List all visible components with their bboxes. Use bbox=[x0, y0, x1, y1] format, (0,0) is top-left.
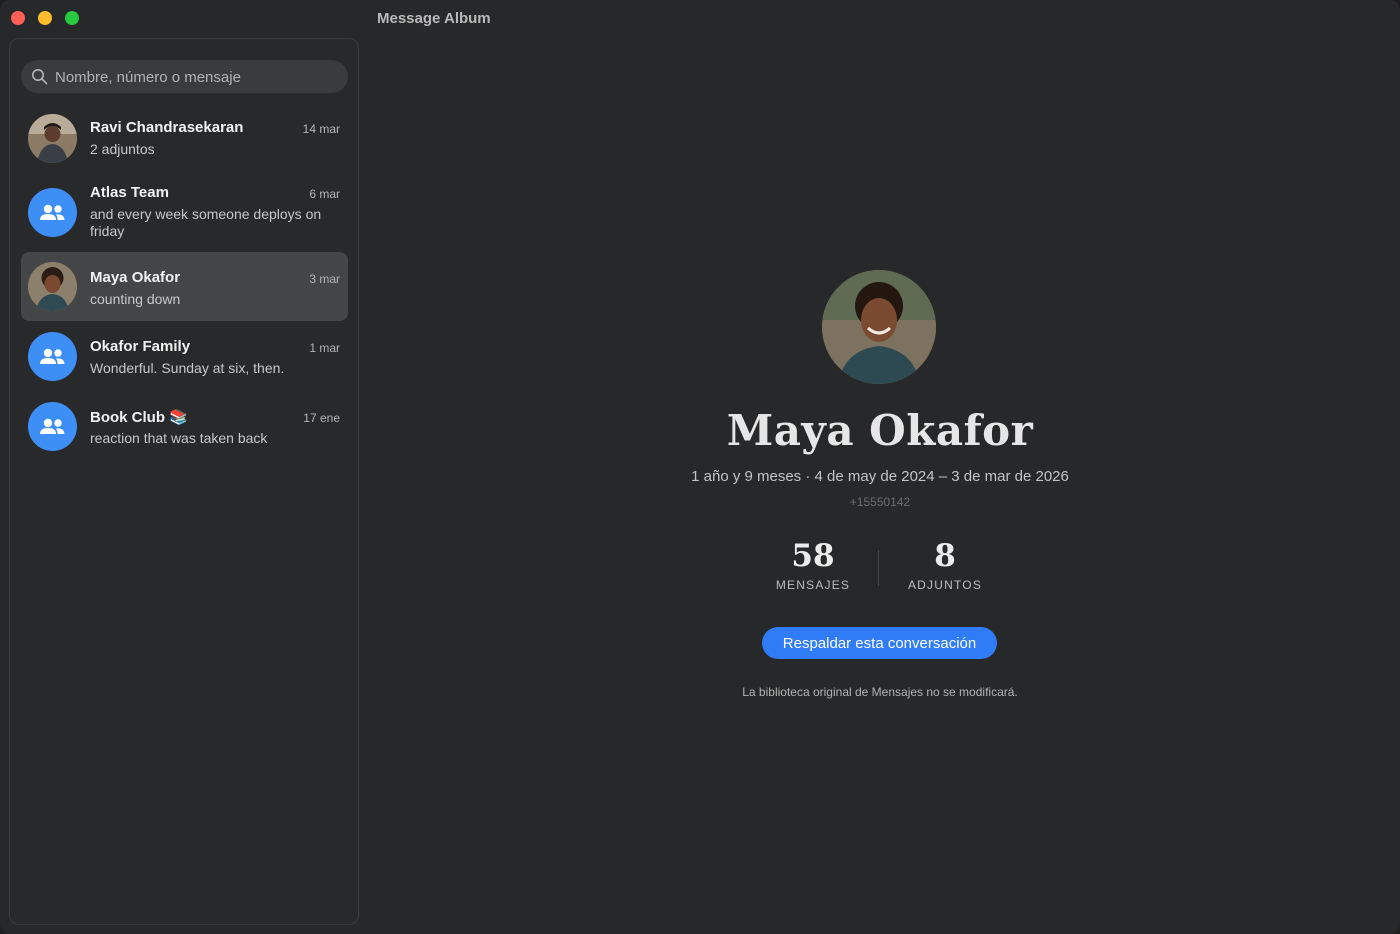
app-window: Message Album Ravi Chandrasekaran bbox=[0, 0, 1400, 934]
conversation-name: Atlas Team bbox=[90, 184, 169, 201]
conversation-name: Ravi Chandrasekaran bbox=[90, 119, 244, 136]
close-window-button[interactable] bbox=[11, 11, 25, 25]
date-range: 1 año y 9 meses · 4 de may de 2024 – 3 d… bbox=[691, 468, 1069, 485]
contact-photo-icon bbox=[822, 270, 936, 384]
conversation-item-atlas-team[interactable]: Atlas Team 6 mar and every week someone … bbox=[21, 179, 348, 245]
conversation-date: 3 mar bbox=[309, 272, 340, 286]
conversation-preview: counting down bbox=[90, 291, 181, 307]
library-note: La biblioteca original de Mensajes no se… bbox=[742, 685, 1018, 699]
group-icon bbox=[28, 188, 77, 237]
conversation-date: 6 mar bbox=[309, 187, 340, 201]
person-photo-icon bbox=[28, 114, 77, 163]
stat-value: 58 bbox=[791, 538, 835, 574]
conversation-name: Book Club 📚 bbox=[90, 409, 188, 426]
stat-value: 8 bbox=[934, 538, 956, 574]
conversation-name: Okafor Family bbox=[90, 338, 191, 355]
window-title: Message Album bbox=[377, 10, 491, 27]
conversation-preview: and every week someone deploys on friday bbox=[90, 206, 322, 239]
conversation-preview: reaction that was taken back bbox=[90, 430, 268, 446]
title-bar: Message Album bbox=[0, 0, 1400, 38]
conversation-detail: Maya Okafor 1 año y 9 meses · 4 de may d… bbox=[360, 38, 1400, 934]
person-photo-icon bbox=[28, 262, 77, 311]
conversation-preview: Wonderful. Sunday at six, then. bbox=[90, 360, 285, 376]
conversation-item-ravi-chandrasekaran[interactable]: Ravi Chandrasekaran 14 mar 2 adjuntos bbox=[21, 111, 348, 165]
stat-messages: 58 MENSAJES bbox=[753, 538, 873, 592]
search-field[interactable] bbox=[21, 60, 348, 95]
group-icon bbox=[28, 402, 77, 451]
conversation-name: Maya Okafor bbox=[90, 269, 181, 286]
stat-label: ADJUNTOS bbox=[907, 578, 983, 592]
search-input[interactable] bbox=[53, 60, 347, 95]
search-icon bbox=[32, 69, 48, 85]
contact-name: Maya Okafor bbox=[726, 406, 1034, 455]
conversation-date: 14 mar bbox=[302, 122, 340, 136]
conversation-item-maya-okafor[interactable]: Maya Okafor 3 mar counting down bbox=[21, 252, 348, 321]
zoom-window-button[interactable] bbox=[65, 11, 79, 25]
conversation-date: 17 ene bbox=[303, 411, 340, 425]
conversation-date: 1 mar bbox=[309, 341, 340, 355]
conversation-preview: 2 adjuntos bbox=[90, 141, 155, 157]
stat-label: MENSAJES bbox=[775, 578, 851, 592]
sidebar: Ravi Chandrasekaran 14 mar 2 adjuntos At… bbox=[9, 38, 359, 925]
phone-number: +15550142 bbox=[849, 495, 911, 509]
group-icon bbox=[28, 332, 77, 381]
backup-conversation-button[interactable]: Respaldar esta conversación bbox=[762, 627, 997, 659]
conversation-item-book-club[interactable]: Book Club 📚 17 ene reaction that was tak… bbox=[21, 399, 348, 455]
minimize-window-button[interactable] bbox=[38, 11, 52, 25]
stat-divider bbox=[878, 550, 879, 586]
conversation-item-okafor-family[interactable]: Okafor Family 1 mar Wonderful. Sunday at… bbox=[21, 329, 348, 385]
stat-attachments: 8 ADJUNTOS bbox=[885, 538, 1005, 592]
